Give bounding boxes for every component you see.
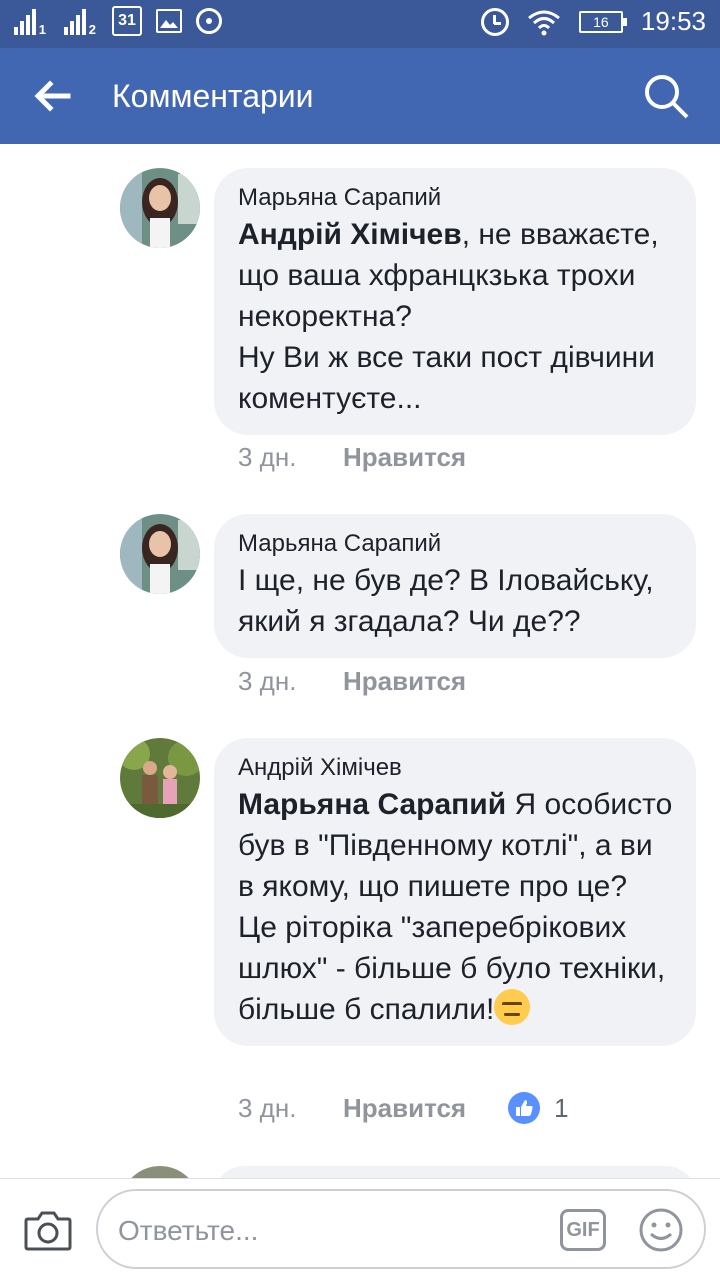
comment-author[interactable]: Андрій Хімічев (238, 752, 674, 784)
status-bar: 1 2 31 16 19:53 (0, 0, 720, 48)
comment-time: 3 дн. (238, 442, 297, 472)
comment-meta: 3 дн. Нравится 1 (238, 1092, 569, 1124)
avatar[interactable] (120, 514, 200, 594)
search-icon[interactable] (642, 72, 690, 120)
emoji-picker-icon[interactable] (638, 1207, 684, 1253)
comment-author[interactable]: Марьяна Сарапий (238, 182, 674, 214)
reply-box: GIF (96, 1189, 706, 1269)
camera-icon[interactable] (24, 1209, 72, 1251)
comment-text-part: Я особисто був в "Південному котлі", а в… (238, 788, 673, 1026)
avatar[interactable] (120, 168, 200, 248)
sim2-label: 2 (88, 22, 96, 37)
comment-meta: 3 дн. Нравится (238, 666, 466, 697)
avatar[interactable] (120, 738, 200, 818)
status-time: 19:53 (640, 6, 706, 36)
comment-author[interactable]: Марьяна Сарапий (238, 528, 674, 560)
comment-text: Андрій Хімічев, не вважаєте, що ваша хфр… (238, 214, 674, 419)
comments-list: Марьяна Сарапий Андрій Хімічев, не вважа… (0, 144, 720, 1178)
like-button[interactable]: Нравится (343, 666, 466, 697)
like-button[interactable]: Нравится (343, 1093, 466, 1124)
sim1-label: 1 (38, 22, 46, 37)
comment-bubble (214, 1166, 696, 1178)
comment-text-part: Ну Ви ж все таки пост дівчини коментуєте… (238, 341, 655, 415)
avatar[interactable] (120, 1166, 200, 1178)
reply-composer: GIF (0, 1178, 720, 1280)
reaction-summary[interactable]: 1 (508, 1092, 569, 1124)
mention-link[interactable]: Марьяна Сарапий (238, 788, 506, 821)
comment-time: 3 дн. (238, 1092, 297, 1123)
comment-text: І ще, не був де? В Іловайську, який я зг… (238, 564, 654, 638)
like-count: 1 (554, 1092, 569, 1123)
music-disc-icon (196, 8, 222, 34)
comment-time: 3 дн. (238, 666, 297, 696)
angry-face-emoji-icon (494, 989, 531, 1025)
comment-bubble: Марьяна Сарапий Андрій Хімічев, не вважа… (214, 168, 696, 435)
alarm-icon (480, 7, 509, 36)
signal-sim2-icon: 2 (64, 7, 96, 37)
thumbs-up-icon (508, 1092, 541, 1124)
comment-text: Марьяна Сарапий Я особисто був в "Півден… (238, 784, 674, 1030)
page-title: Комментарии (112, 78, 314, 114)
image-icon (156, 9, 182, 33)
gif-button[interactable]: GIF (560, 1209, 606, 1251)
signal-sim1-icon: 1 (14, 7, 46, 37)
back-arrow-icon[interactable] (30, 74, 74, 118)
mention-link[interactable]: Андрій Хімічев (238, 218, 462, 251)
comment-bubble: Марьяна Сарапий І ще, не був де? В Ілова… (214, 514, 696, 658)
comment-bubble: Андрій Хімічев Марьяна Сарапий Я особист… (214, 738, 696, 1046)
like-button[interactable]: Нравится (343, 442, 466, 473)
wifi-icon (527, 10, 560, 35)
reply-input[interactable] (118, 1213, 518, 1249)
calendar-icon: 31 (112, 6, 142, 36)
app-bar: Комментарии (0, 48, 720, 144)
comment-meta: 3 дн. Нравится (238, 442, 466, 473)
battery-icon: 16 (578, 10, 627, 33)
